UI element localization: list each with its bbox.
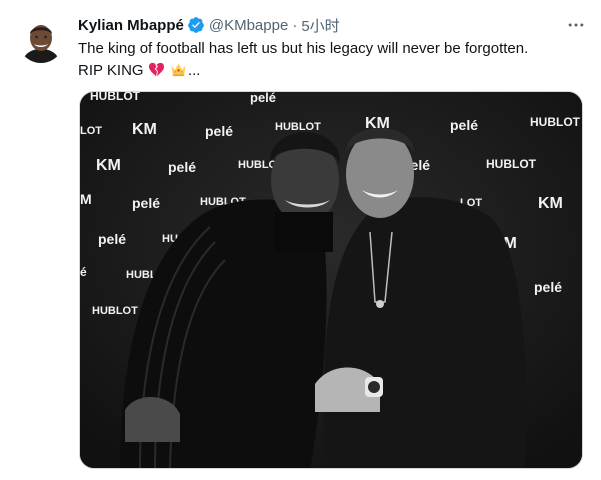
author-handle[interactable]: @KMbappe	[209, 17, 288, 34]
svg-text:KM: KM	[96, 157, 121, 174]
tweet-text-line-2: RIP KING ...	[78, 60, 583, 82]
svg-text:HUBLOT: HUBLOT	[486, 157, 537, 171]
author-display-name[interactable]: Kylian Mbappé	[78, 17, 184, 34]
tweet-text-line-1: The king of football has left us but his…	[78, 40, 529, 57]
svg-text:KM: KM	[132, 121, 157, 138]
more-dots-icon[interactable]	[565, 14, 587, 36]
broken-heart-icon	[148, 61, 165, 78]
crown-icon	[170, 61, 187, 78]
svg-text:M: M	[80, 191, 92, 207]
tweet-text: The king of football has left us but his…	[78, 38, 583, 82]
svg-text:pelé: pelé	[132, 195, 160, 211]
tweet-timestamp[interactable]: 5小时	[301, 15, 339, 36]
svg-text:é: é	[80, 265, 87, 279]
svg-text:pelé: pelé	[205, 123, 233, 139]
separator-dot: ·	[292, 16, 298, 34]
tweet-header: Kylian Mbappé @KMbappe · 5小时	[78, 14, 588, 36]
svg-text:HUBLOT: HUBLOT	[530, 115, 581, 129]
svg-text:HUBLOT: HUBLOT	[90, 92, 141, 103]
svg-text:HUBLOT: HUBLOT	[275, 121, 321, 133]
author-avatar[interactable]	[18, 17, 64, 63]
svg-text:KM: KM	[538, 195, 563, 212]
svg-text:pelé: pelé	[168, 159, 196, 175]
svg-text:HUBLOT: HUBLOT	[92, 305, 138, 317]
svg-text:pelé: pelé	[250, 92, 276, 105]
tweet-photo[interactable]: HUBLOT pelé LOT KM pelé HUBLOT KM pelé H…	[79, 91, 583, 469]
tweet[interactable]: Kylian Mbappé @KMbappe · 5小时 The king of…	[0, 0, 601, 480]
svg-text:pelé: pelé	[98, 231, 126, 247]
svg-text:pelé: pelé	[450, 117, 478, 133]
tweet-text-rip: RIP KING	[78, 62, 144, 79]
svg-text:LOT: LOT	[80, 125, 102, 137]
svg-text:pelé: pelé	[534, 279, 562, 295]
verified-badge-icon	[187, 16, 205, 34]
tweet-text-ellipsis: ...	[187, 62, 201, 79]
